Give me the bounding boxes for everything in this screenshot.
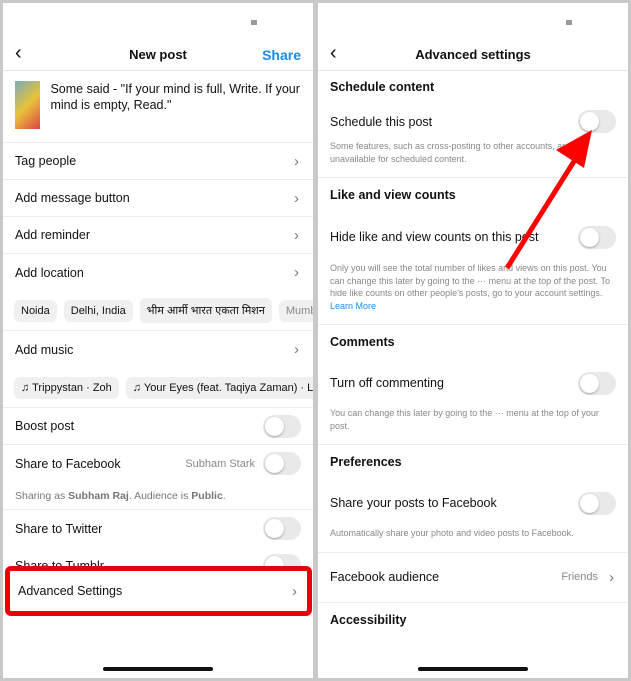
annotation-arrow [504, 130, 592, 270]
arrow-shaft [504, 153, 581, 270]
